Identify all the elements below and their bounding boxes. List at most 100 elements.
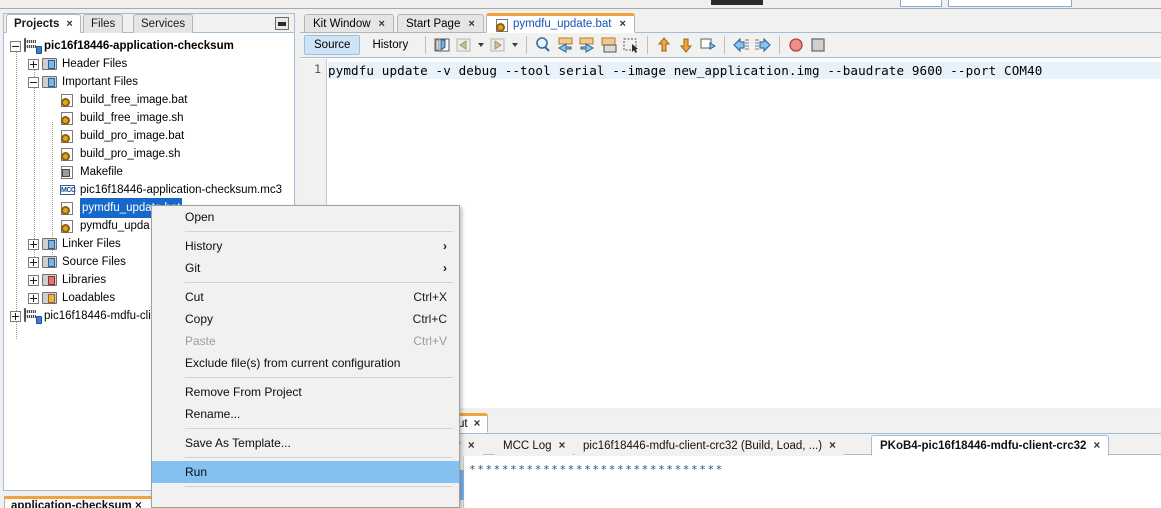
folder-blue-icon bbox=[42, 255, 58, 270]
tree-item-pic16f18446-application-checksum-mc3[interactable]: MCC pic16f18446-application-checksum.mc3 bbox=[4, 181, 294, 199]
toolbar-separator bbox=[647, 36, 649, 54]
tree-item-build-pro-image-sh[interactable]: build_pro_image.sh bbox=[4, 145, 294, 163]
find-previous-icon[interactable] bbox=[555, 35, 575, 55]
context-menu-item-save-as-template[interactable]: Save As Template... bbox=[152, 432, 459, 454]
tree-item-makefile[interactable]: Makefile bbox=[4, 163, 294, 181]
makefile-icon bbox=[60, 165, 76, 180]
tree-expander-collapsed-icon[interactable] bbox=[28, 256, 39, 268]
editor-tab-start-page-label: Start Page bbox=[406, 17, 461, 30]
editor-tab-start-page[interactable]: Start Page × bbox=[397, 14, 484, 33]
shift-left-icon[interactable] bbox=[731, 35, 751, 55]
toolbar-combo-fragment-1[interactable] bbox=[900, 0, 942, 7]
output-subtab-mcc-log[interactable]: MCC Log × bbox=[495, 435, 574, 456]
tree-item-label: pic16f18446-application-checksum bbox=[44, 40, 234, 52]
tree-item-pic16f18446-application-checksum[interactable]: pic16f18446-application-checksum bbox=[4, 37, 294, 55]
folder-orange-icon bbox=[42, 291, 58, 306]
tree-expander-expanded-icon[interactable] bbox=[28, 76, 39, 88]
shift-right-icon[interactable] bbox=[753, 35, 773, 55]
tree-item-label: Libraries bbox=[62, 274, 107, 286]
tree-expander-collapsed-icon[interactable] bbox=[28, 58, 39, 70]
tree-expander-expanded-icon[interactable] bbox=[10, 40, 21, 52]
tree-expander-collapsed-icon[interactable] bbox=[10, 310, 21, 322]
find-next-icon[interactable] bbox=[577, 35, 597, 55]
context-menu-item-shortcut: Ctrl+V bbox=[413, 334, 447, 348]
output-subtab-pkob4-label: PKoB4-pic16f18446-mdfu-client-crc32 bbox=[880, 439, 1087, 452]
close-icon[interactable]: × bbox=[619, 18, 625, 30]
source-view-button[interactable]: Source bbox=[304, 35, 361, 55]
context-menu-item-run[interactable]: Run bbox=[152, 461, 459, 483]
gear-file-icon bbox=[60, 129, 76, 144]
close-icon[interactable]: × bbox=[559, 440, 566, 452]
toggle-bookmark-icon[interactable] bbox=[432, 35, 452, 55]
start-recording-macro-icon[interactable] bbox=[786, 35, 806, 55]
tree-item-label: Source Files bbox=[62, 256, 126, 268]
close-icon[interactable]: × bbox=[468, 18, 474, 30]
toolbar-combo-fragment-2[interactable] bbox=[948, 0, 1072, 7]
context-menu-item-remove-from-project[interactable]: Remove From Project bbox=[152, 381, 459, 403]
tab-services-label: Services bbox=[141, 18, 186, 30]
tab-projects[interactable]: Projects × bbox=[6, 14, 81, 33]
output-subtab-build-load[interactable]: pic16f18446-mdfu-client-crc32 (Build, Lo… bbox=[575, 435, 844, 456]
close-icon[interactable]: × bbox=[468, 440, 475, 452]
editor-tab-kit-window[interactable]: Kit Window × bbox=[304, 14, 394, 33]
line-number: 1 bbox=[314, 62, 321, 76]
context-menu-separator bbox=[185, 282, 453, 283]
bottom-left-tab[interactable]: application-checksum × bbox=[4, 496, 154, 508]
editor-tab-pymdfu-update-bat-label: pymdfu_update.bat bbox=[513, 18, 612, 30]
find-selection-icon[interactable] bbox=[533, 35, 553, 55]
context-menu-item-history[interactable]: History › bbox=[152, 235, 459, 257]
context-menu-separator bbox=[185, 377, 453, 378]
close-icon[interactable]: × bbox=[66, 18, 72, 30]
shift-line-up-icon[interactable] bbox=[654, 35, 674, 55]
context-menu-item-shortcut: Ctrl+X bbox=[413, 290, 447, 304]
code-line-1[interactable]: pymdfu update -v debug --tool serial --i… bbox=[328, 62, 1161, 79]
chevron-down-icon[interactable] bbox=[512, 43, 519, 47]
tree-expander-collapsed-icon[interactable] bbox=[28, 292, 39, 304]
project-icon bbox=[24, 37, 42, 54]
shift-line-down-icon[interactable] bbox=[676, 35, 696, 55]
context-menu-item-rename[interactable]: Rename... bbox=[152, 403, 459, 425]
output-subtab-pkob4[interactable]: PKoB4-pic16f18446-mdfu-client-crc32 × bbox=[871, 435, 1110, 456]
tree-item-build-free-image-bat[interactable]: build_free_image.bat bbox=[4, 91, 294, 109]
output-text-area[interactable]: ******************************* bbox=[455, 456, 1161, 508]
stop-macro-icon[interactable] bbox=[808, 35, 828, 55]
tab-services[interactable]: Services bbox=[133, 14, 194, 33]
explorer-tabbar: Projects × Files Services bbox=[4, 14, 294, 33]
tree-item-important-files[interactable]: Important Files bbox=[4, 73, 294, 91]
context-menu-item-copy[interactable]: Copy Ctrl+C bbox=[152, 308, 459, 330]
context-menu-separator bbox=[185, 486, 453, 487]
context-menu-item-cut[interactable]: Cut Ctrl+X bbox=[152, 286, 459, 308]
file-context-menu[interactable]: Open History › Git › Cut Ctrl+X Copy Ctrl+C Paste… bbox=[151, 205, 460, 508]
tree-item-build-pro-image-bat[interactable]: build_pro_image.bat bbox=[4, 127, 294, 145]
tree-item-label: Makefile bbox=[80, 166, 123, 178]
tab-files[interactable]: Files bbox=[83, 14, 124, 33]
history-view-button[interactable]: History bbox=[362, 35, 418, 55]
last-edit-icon[interactable] bbox=[621, 35, 641, 55]
comment-icon[interactable] bbox=[698, 35, 718, 55]
minimize-window-button[interactable] bbox=[275, 17, 289, 30]
toggle-highlight-icon[interactable] bbox=[599, 35, 619, 55]
gear-file-icon bbox=[60, 219, 76, 234]
close-icon[interactable]: × bbox=[829, 440, 836, 452]
context-menu-item-exclude-file-s-from-current-configuration[interactable]: Exclude file(s) from current configurati… bbox=[152, 352, 459, 374]
tree-expander-collapsed-icon[interactable] bbox=[28, 238, 39, 250]
context-menu-item-git[interactable]: Git › bbox=[152, 257, 459, 279]
context-menu-item-open[interactable]: Open bbox=[152, 206, 459, 228]
tree-item-label: Linker Files bbox=[62, 238, 121, 250]
next-bookmark-icon[interactable] bbox=[488, 35, 508, 55]
close-icon[interactable]: × bbox=[379, 18, 385, 30]
chevron-down-icon[interactable] bbox=[478, 43, 485, 47]
close-icon[interactable]: × bbox=[1093, 440, 1100, 452]
tree-expander-collapsed-icon[interactable] bbox=[28, 274, 39, 286]
tree-item-build-free-image-sh[interactable]: build_free_image.sh bbox=[4, 109, 294, 127]
close-icon[interactable]: × bbox=[474, 418, 481, 430]
tree-item-header-files[interactable]: Header Files bbox=[4, 55, 294, 73]
context-menu-item-label: Run bbox=[185, 465, 208, 479]
gear-file-icon bbox=[495, 18, 509, 32]
chevron-right-icon: › bbox=[443, 261, 447, 275]
tree-item-label: build_free_image.sh bbox=[80, 112, 184, 124]
toolbar-separator bbox=[526, 36, 528, 54]
editor-tab-pymdfu-update-bat[interactable]: pymdfu_update.bat × bbox=[486, 13, 635, 33]
tree-item-label: build_free_image.bat bbox=[80, 94, 188, 106]
previous-bookmark-icon[interactable] bbox=[454, 35, 474, 55]
